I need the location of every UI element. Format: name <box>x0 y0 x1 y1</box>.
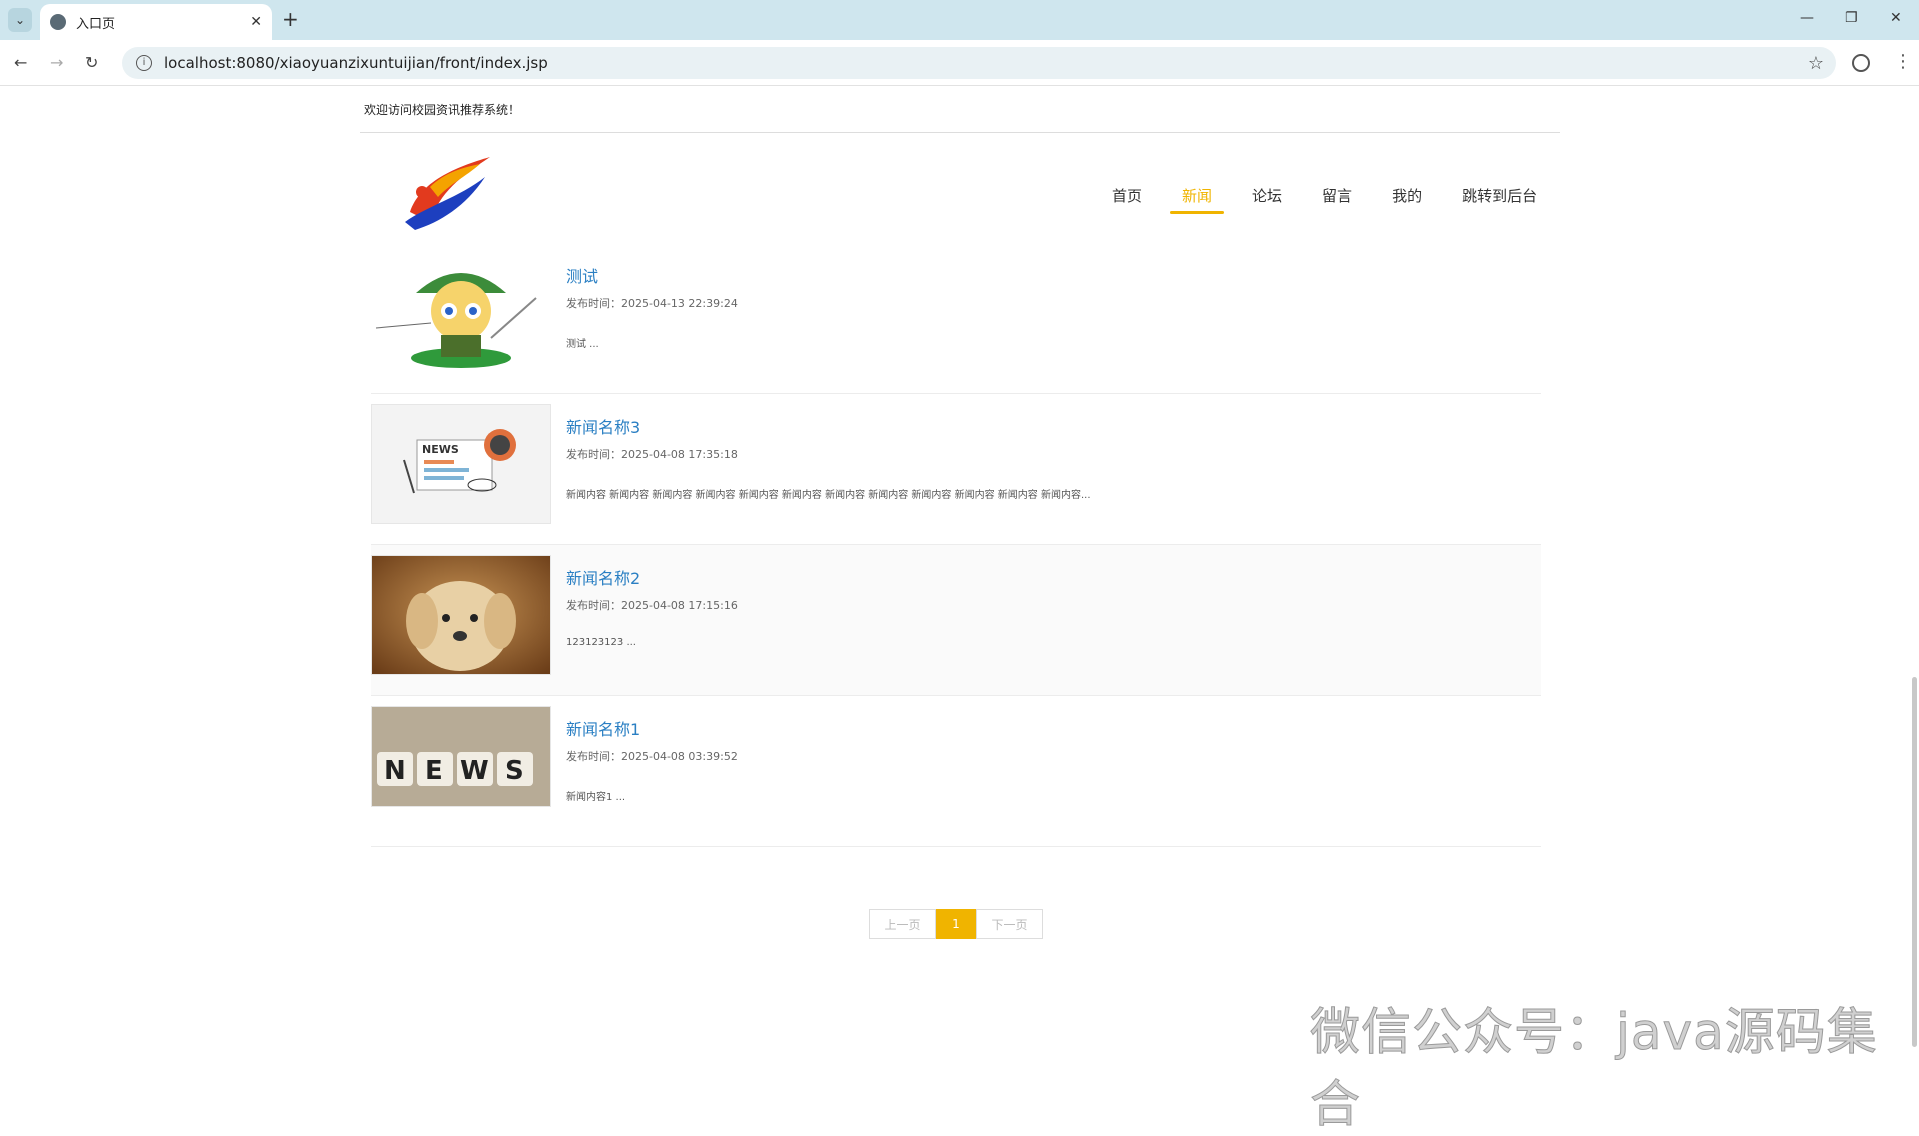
browser-menu-icon[interactable]: ⋮ <box>1894 51 1912 72</box>
browser-tab-bar: ⌄ 入口页 ✕ + — ❐ ✕ <box>0 0 1919 40</box>
bookmark-star-icon[interactable]: ☆ <box>1808 53 1824 74</box>
news-thumbnail[interactable]: NEWS <box>371 404 551 524</box>
profile-icon[interactable] <box>1852 54 1870 72</box>
restore-icon[interactable]: ❐ <box>1845 10 1858 26</box>
nav-message[interactable]: 留言 <box>1302 185 1372 213</box>
tab-title: 入口页 <box>76 16 116 32</box>
news-title[interactable]: 新闻名称3 <box>566 414 640 438</box>
welcome-text: 欢迎访问校园资讯推荐系统！ <box>364 103 521 117</box>
forward-icon[interactable]: → <box>50 53 63 72</box>
svg-text:E: E <box>425 756 443 786</box>
browser-tab[interactable]: 入口页 ✕ <box>40 4 272 40</box>
tab-list-icon[interactable]: ⌄ <box>8 8 32 32</box>
news-time: 发布时间：2025-04-08 17:15:16 <box>566 599 738 612</box>
nav-mine[interactable]: 我的 <box>1372 185 1442 213</box>
nav-admin[interactable]: 跳转到后台 <box>1442 185 1557 213</box>
news-time: 发布时间：2025-04-08 17:35:18 <box>566 448 738 461</box>
pagination: 上一页 1 下一页 <box>869 909 1043 939</box>
nav-home[interactable]: 首页 <box>1092 185 1162 213</box>
page-scrollbar[interactable] <box>1912 677 1917 1047</box>
nav-news[interactable]: 新闻 <box>1162 185 1232 214</box>
site-logo <box>405 157 490 230</box>
news-title[interactable]: 新闻名称1 <box>566 716 640 740</box>
address-bar: ← → ↻ i localhost:8080/xiaoyuanzixuntuij… <box>0 40 1919 86</box>
news-thumbnail[interactable] <box>371 555 551 675</box>
watermark: 微信公众号：java源码集合 <box>1310 1003 1878 1134</box>
news-title[interactable]: 测试 <box>566 263 598 287</box>
window-close-icon[interactable]: ✕ <box>1890 10 1902 26</box>
news-time: 发布时间：2025-04-08 03:39:52 <box>566 750 738 763</box>
news-desc: 测试 ... <box>566 339 599 350</box>
page: 欢迎访问校园资讯推荐系统！ 首页 新闻 论坛 留言 我的 跳转到后台 测试 发布… <box>0 87 1919 1134</box>
current-page-button[interactable]: 1 <box>936 909 976 939</box>
next-page-button[interactable]: 下一页 <box>976 909 1043 939</box>
prev-page-button[interactable]: 上一页 <box>869 909 936 939</box>
news-title[interactable]: 新闻名称2 <box>566 565 640 589</box>
news-item[interactable]: N E W S 新闻名称1 发布时间：2025-04-08 03:39:52 新… <box>371 696 1541 847</box>
nav-forum[interactable]: 论坛 <box>1232 185 1302 213</box>
news-thumbnail[interactable] <box>371 253 551 373</box>
reload-icon[interactable]: ↻ <box>85 53 98 72</box>
new-tab-icon[interactable]: + <box>282 9 299 29</box>
news-desc: 新闻内容1 ... <box>566 792 626 803</box>
svg-text:S: S <box>505 756 524 786</box>
globe-icon <box>50 14 66 30</box>
news-list: 测试 发布时间：2025-04-13 22:39:24 测试 ... NEWS <box>371 243 1541 847</box>
news-desc: 123123123 ... <box>566 637 636 648</box>
svg-text:N: N <box>384 756 406 786</box>
site-info-icon[interactable]: i <box>136 55 152 71</box>
close-icon[interactable]: ✕ <box>250 14 262 30</box>
news-item[interactable]: NEWS 新闻名称3 发布时间：2025-04-08 17:35:18 新闻内容… <box>371 394 1541 545</box>
svg-text:W: W <box>460 756 489 786</box>
back-icon[interactable]: ← <box>14 53 27 72</box>
news-thumbnail[interactable]: N E W S <box>371 706 551 807</box>
url-text: localhost:8080/xiaoyuanzixuntuijian/fron… <box>164 54 548 72</box>
header-divider <box>360 132 1560 133</box>
svg-text:NEWS: NEWS <box>422 443 459 456</box>
minimize-icon[interactable]: — <box>1800 10 1814 26</box>
main-nav: 首页 新闻 论坛 留言 我的 跳转到后台 <box>1092 185 1557 214</box>
url-input[interactable]: i localhost:8080/xiaoyuanzixuntuijian/fr… <box>122 47 1836 79</box>
news-time: 发布时间：2025-04-13 22:39:24 <box>566 297 738 310</box>
news-item[interactable]: 新闻名称2 发布时间：2025-04-08 17:15:16 123123123… <box>371 545 1541 696</box>
news-item[interactable]: 测试 发布时间：2025-04-13 22:39:24 测试 ... <box>371 243 1541 394</box>
news-desc: 新闻内容 新闻内容 新闻内容 新闻内容 新闻内容 新闻内容 新闻内容 新闻内容 … <box>566 490 1091 501</box>
